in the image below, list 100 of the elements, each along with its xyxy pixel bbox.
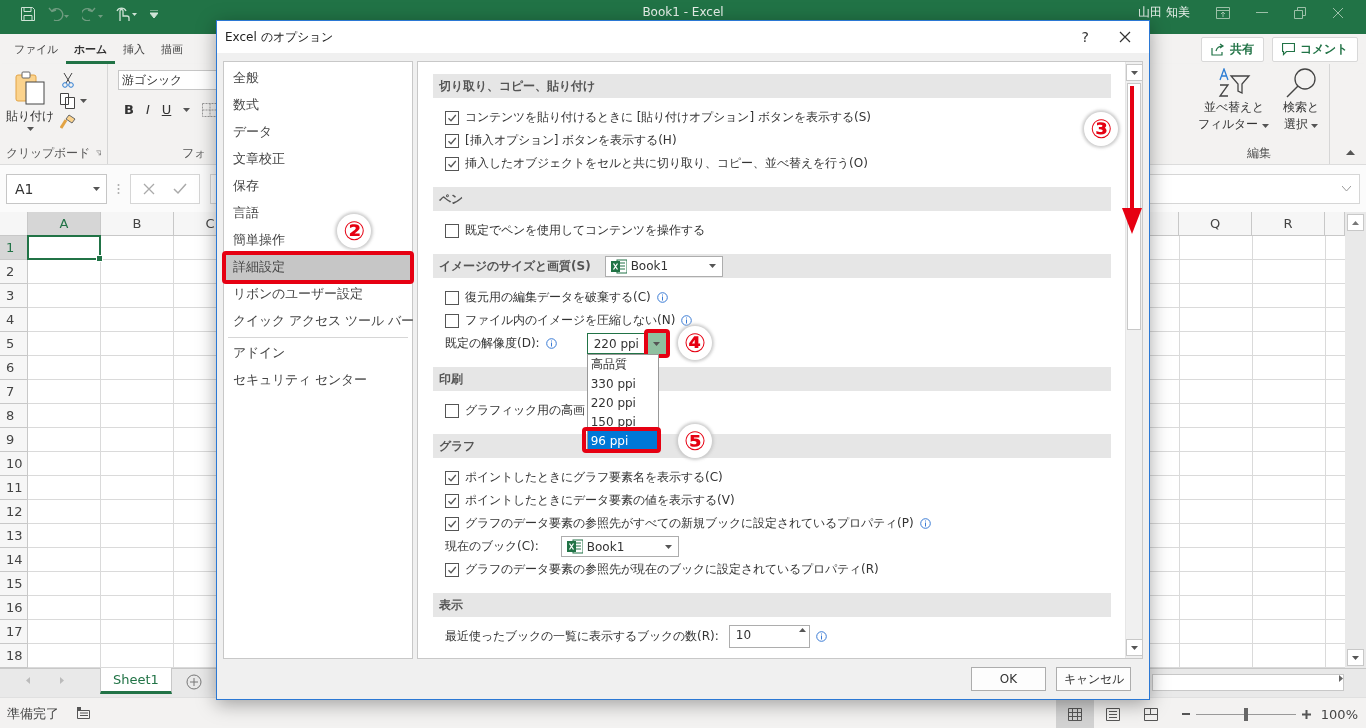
caret-icon	[80, 99, 87, 103]
ribbon-tab[interactable]: 描画	[153, 38, 191, 64]
caret-icon	[93, 186, 100, 191]
row-header[interactable]: 12	[0, 500, 28, 524]
checkbox[interactable]	[445, 313, 459, 328]
row-header[interactable]: 4	[0, 308, 28, 332]
nav-item[interactable]: 数式	[225, 92, 263, 119]
option-label: 挿入したオブジェクトをセルと共に切り取り、コピー、並べ替えを行う(O)	[465, 155, 868, 172]
nav-item[interactable]: 保存	[225, 173, 263, 200]
row-header[interactable]: 10	[0, 452, 28, 476]
spreadsheet-icon	[566, 539, 583, 554]
option-label: 既定でペンを使用してコンテンツを操作する	[465, 222, 705, 239]
book-dropdown[interactable]: Book1	[604, 255, 723, 277]
name-box[interactable]: A1	[6, 173, 107, 204]
row-header[interactable]: 5	[0, 332, 28, 356]
ribbon-tab[interactable]: ファイル	[6, 38, 66, 64]
normal-view-icon	[1067, 707, 1082, 721]
list-option[interactable]: 330 ppi	[587, 374, 658, 393]
row-header[interactable]: 14	[0, 548, 28, 572]
zoom-slider-thumb[interactable]	[1243, 707, 1248, 721]
sheet-tab[interactable]: Sheet1	[100, 668, 172, 694]
row-header[interactable]: 1	[0, 236, 28, 260]
checkbox[interactable]	[445, 516, 459, 531]
checkbox[interactable]	[445, 493, 459, 508]
italic-button[interactable]: I	[145, 102, 150, 117]
redo-icon	[82, 7, 104, 21]
column-header[interactable]: B	[101, 212, 174, 236]
touch-icon	[116, 6, 138, 22]
group-label: 編集	[1246, 144, 1271, 162]
section-title: 切り取り、コピー、貼り付け	[439, 77, 595, 95]
help-button[interactable]: ?	[1081, 29, 1089, 45]
caret-icon	[664, 544, 672, 549]
nav-item[interactable]: クイック アクセス ツール バー	[225, 308, 418, 335]
row-header[interactable]: 15	[0, 572, 28, 596]
option-label: コンテンツを貼り付けるときに [貼り付けオプション] ボタンを表示する(S)	[465, 109, 871, 126]
previous-sheet-icon	[26, 677, 30, 684]
row-header[interactable]: 18	[0, 644, 28, 668]
row-header[interactable]: 17	[0, 620, 28, 644]
row-header[interactable]: 8	[0, 404, 28, 428]
row-header[interactable]: 2	[0, 260, 28, 284]
share-button[interactable]: 共有	[1201, 36, 1264, 62]
checkbox[interactable]	[445, 403, 459, 418]
sort-filter-button[interactable]: 並べ替えと フィルター	[1198, 68, 1269, 142]
row-header[interactable]: 3	[0, 284, 28, 308]
row-header[interactable]: 11	[0, 476, 28, 500]
zoom-level[interactable]: 100%	[1320, 706, 1358, 722]
comment-button[interactable]: コメント	[1272, 36, 1358, 62]
view-button[interactable]	[1055, 698, 1094, 728]
comment-icon	[1282, 42, 1295, 56]
list-option[interactable]: 220 ppi	[587, 393, 658, 412]
column-header[interactable]: Q	[1179, 212, 1252, 236]
dialog-button[interactable]: OK	[971, 667, 1046, 691]
caret-icon	[708, 264, 716, 268]
expand-icon	[1342, 186, 1351, 191]
row-header[interactable]: 6	[0, 356, 28, 380]
nav-item[interactable]: セキュリティ センター	[225, 367, 371, 394]
checkbox[interactable]	[445, 562, 459, 577]
option-label: [挿入オプション] ボタンを表示する(H)	[465, 132, 677, 149]
checkbox[interactable]	[445, 470, 459, 485]
bold-button[interactable]: B	[124, 102, 134, 117]
macro-icon	[77, 706, 90, 719]
close-icon	[1332, 6, 1344, 19]
underline-button[interactable]: U	[161, 102, 172, 117]
cell-grid[interactable]	[1180, 236, 1345, 668]
row-header[interactable]: 7	[0, 380, 28, 404]
down-arrow-icon	[1130, 645, 1138, 650]
row-header[interactable]: 9	[0, 428, 28, 452]
step-callout: ③	[1084, 112, 1118, 146]
nav-item[interactable]: データ	[225, 119, 276, 146]
find-select-button[interactable]: 検索と 選択	[1283, 68, 1319, 142]
section-title: ペン	[439, 190, 463, 208]
nav-item[interactable]: リボンのユーザー設定	[225, 281, 367, 308]
paste-button[interactable]: 貼り付け	[6, 70, 54, 142]
checkbox[interactable]	[445, 223, 459, 238]
nav-item[interactable]: アドイン	[225, 340, 289, 367]
clipboard-icon	[14, 70, 46, 106]
row-header[interactable]: 16	[0, 596, 28, 620]
scroll-down-button[interactable]	[1347, 649, 1364, 666]
horizontal-scrollbar[interactable]	[1152, 674, 1344, 691]
column-header[interactable]: A	[28, 212, 101, 236]
checkbox[interactable]	[445, 110, 459, 125]
ribbon-tab[interactable]: 挿入	[115, 38, 153, 64]
row-header[interactable]: 13	[0, 524, 28, 548]
checkbox[interactable]	[445, 290, 459, 305]
option-label: 復元用の編集データを破棄する(C)	[465, 289, 651, 306]
caret-icon	[653, 341, 661, 346]
column-header[interactable]: R	[1252, 212, 1325, 236]
next-sheet-icon	[60, 677, 64, 684]
section-title: 表示	[439, 596, 463, 614]
list-option[interactable]: 高品質	[587, 355, 658, 374]
option-label: グラフのデータ要素の参照先がすべての新規ブックに設定されているプロパティ(P)	[465, 515, 914, 532]
caret-icon	[1262, 124, 1269, 128]
number-field[interactable]: 10	[728, 625, 810, 648]
scroll-down-button[interactable]	[1125, 639, 1143, 656]
selected-cell[interactable]	[27, 235, 101, 260]
checkbox[interactable]	[445, 133, 459, 148]
nav-item[interactable]: 文章校正	[225, 146, 289, 173]
book-dropdown[interactable]: Book1	[560, 536, 679, 557]
dialog-button[interactable]: キャンセル	[1056, 667, 1131, 691]
checkbox[interactable]	[445, 156, 459, 171]
